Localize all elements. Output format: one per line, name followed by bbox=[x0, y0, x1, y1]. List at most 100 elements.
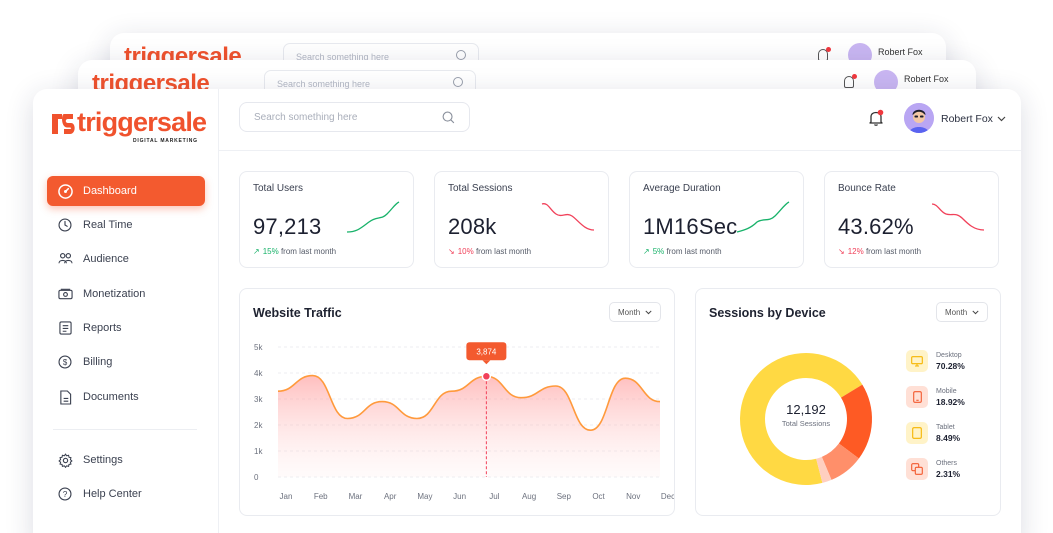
x-tick-label: Jun bbox=[453, 492, 466, 501]
stat-value: 43.62% bbox=[838, 214, 914, 239]
tablet-icon bbox=[906, 422, 928, 444]
svg-text:?: ? bbox=[63, 489, 68, 499]
panel-title: Sessions by Device bbox=[709, 306, 826, 320]
legend-value: 8.49% bbox=[936, 432, 961, 443]
sidebar-item-billing[interactable]: $ Billing bbox=[47, 347, 205, 377]
clock-icon bbox=[57, 217, 73, 233]
sidebar-item-monetization[interactable]: Monetization bbox=[47, 279, 205, 309]
tooltip-value: 3,874 bbox=[476, 347, 497, 356]
x-tick-label: Oct bbox=[592, 492, 605, 501]
y-tick-label: 1k bbox=[254, 447, 263, 456]
tooltip-pointer bbox=[482, 360, 491, 365]
legend-item-tablet: Tablet 8.49% bbox=[906, 422, 960, 444]
chevron-down-icon bbox=[997, 116, 1006, 122]
sidebar-item-dashboard[interactable]: Dashboard bbox=[47, 176, 205, 206]
legend-item-others: Others 2.31% bbox=[906, 458, 960, 480]
logo-mark-icon bbox=[52, 114, 75, 134]
logo-subtitle: DIGITAL MARKETING bbox=[133, 138, 198, 144]
sidebar-item-label: Documents bbox=[83, 391, 139, 403]
chevron-down-icon bbox=[972, 310, 979, 314]
donut-total-value: 12,192 bbox=[786, 402, 826, 417]
legend-name: Tablet bbox=[936, 423, 955, 431]
sidebar-item-label: Audience bbox=[83, 253, 129, 265]
search-box[interactable] bbox=[239, 102, 470, 132]
others-icon bbox=[906, 458, 928, 480]
sidebar-item-label: Reports bbox=[83, 322, 122, 334]
x-tick-label: Jan bbox=[280, 492, 293, 501]
legend-item-mobile: Mobile 18.92% bbox=[906, 386, 965, 408]
stat-change: ↗ 15% from last month bbox=[253, 247, 337, 256]
logo[interactable]: triggersale DIGITAL MARKETING bbox=[49, 105, 207, 145]
legend-value: 18.92% bbox=[936, 396, 965, 407]
x-tick-label: Jul bbox=[489, 492, 499, 501]
legend-name: Others bbox=[936, 459, 958, 467]
sidebar-item-reports[interactable]: Reports bbox=[47, 313, 205, 343]
stat-label: Total Sessions bbox=[448, 183, 513, 194]
website-traffic-panel: Website Traffic Month 0 1k 2k 3k 4k 5k Jan Feb M… bbox=[239, 288, 675, 516]
logo-text: triggersale bbox=[77, 107, 207, 137]
user-menu[interactable]: Robert Fox bbox=[941, 113, 1006, 125]
sidebar: triggersale DIGITAL MARKETING Dashboard … bbox=[33, 89, 219, 533]
stat-label: Average Duration bbox=[643, 183, 721, 194]
y-tick-label: 5k bbox=[254, 343, 263, 352]
stat-label: Bounce Rate bbox=[838, 183, 896, 194]
money-icon bbox=[57, 286, 73, 302]
sidebar-item-label: Help Center bbox=[83, 488, 142, 500]
x-tick-label: Sep bbox=[557, 492, 572, 501]
stat-change: ↘ 10% from last month bbox=[448, 247, 532, 256]
donut-center: 12,192 Total Sessions bbox=[766, 402, 846, 428]
sidebar-item-real-time[interactable]: Real Time bbox=[47, 210, 205, 240]
sidebar-item-audience[interactable]: Audience bbox=[47, 244, 205, 274]
traffic-area-chart: 0 1k 2k 3k 4k 5k Jan Feb Mar Apr May Jun Jul Aug Sep Oc… bbox=[254, 342, 674, 501]
dollar-circle-icon: $ bbox=[57, 354, 73, 370]
stat-value: 1M16Sec bbox=[643, 214, 738, 239]
search-icon[interactable] bbox=[442, 111, 455, 124]
trend-down-icon: ↘ bbox=[448, 247, 455, 256]
trend-up-icon: ↗ bbox=[253, 247, 260, 256]
legend-item-desktop: Desktop 70.28% bbox=[906, 350, 965, 372]
sidebar-item-label: Monetization bbox=[83, 288, 146, 300]
donut-total-label: Total Sessions bbox=[781, 419, 831, 428]
device-month-dropdown[interactable]: Month bbox=[936, 302, 989, 322]
trend-up-icon: ↗ bbox=[643, 247, 650, 256]
y-tick-label: 2k bbox=[254, 421, 263, 430]
notification-dot bbox=[852, 74, 857, 79]
x-tick-label: Apr bbox=[384, 492, 397, 501]
sidebar-divider bbox=[53, 429, 197, 430]
sessions-by-device-panel: Sessions by Device Month 12,192 Total Se… bbox=[695, 288, 1001, 516]
notification-dot bbox=[826, 47, 831, 52]
y-tick-label: 3k bbox=[254, 395, 263, 404]
sidebar-item-settings[interactable]: Settings bbox=[47, 445, 205, 475]
question-icon: ? bbox=[57, 486, 73, 502]
sparkline-down bbox=[541, 203, 595, 231]
user-name: Robert Fox bbox=[941, 113, 993, 125]
svg-text:$: $ bbox=[63, 358, 68, 367]
avatar[interactable] bbox=[904, 103, 934, 133]
document-icon bbox=[57, 320, 73, 336]
sparkline-up bbox=[346, 201, 400, 233]
traffic-area bbox=[278, 375, 660, 477]
x-tick-label: Aug bbox=[522, 492, 536, 501]
search-input[interactable] bbox=[254, 111, 424, 123]
x-tick-label: Dec bbox=[661, 492, 674, 501]
x-tick-label: Mar bbox=[349, 492, 363, 501]
legend-name: Mobile bbox=[936, 387, 957, 395]
sparkline-up bbox=[736, 201, 790, 233]
legend-value: 70.28% bbox=[936, 360, 965, 371]
y-tick-label: 4k bbox=[254, 369, 263, 378]
stat-label: Total Users bbox=[253, 183, 304, 194]
sidebar-item-documents[interactable]: Documents bbox=[47, 382, 205, 412]
file-icon bbox=[57, 389, 73, 405]
sidebar-item-help-center[interactable]: ? Help Center bbox=[47, 479, 205, 509]
x-tick-label: May bbox=[417, 492, 432, 501]
user-name: Robert Fox bbox=[878, 47, 923, 57]
x-tick-label: Feb bbox=[314, 492, 328, 501]
highlight-point bbox=[481, 371, 492, 382]
bell-icon[interactable] bbox=[867, 109, 885, 127]
sidebar-item-label: Settings bbox=[83, 454, 123, 466]
stat-card-total-users: Total Users 97,213 ↗ 15% from last month bbox=[239, 171, 414, 268]
search-icon bbox=[456, 50, 466, 60]
sidebar-item-label: Dashboard bbox=[83, 185, 137, 197]
x-tick-label: Nov bbox=[626, 492, 640, 501]
stat-value: 97,213 bbox=[253, 214, 322, 239]
